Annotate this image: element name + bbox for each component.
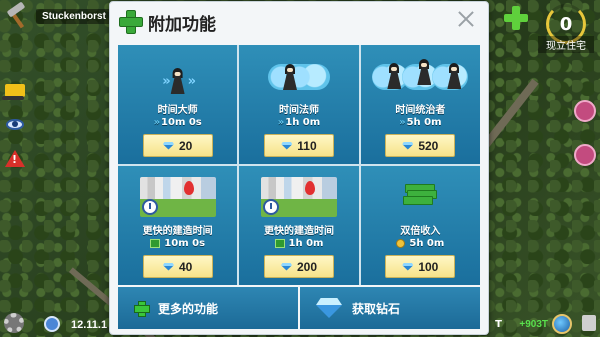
menu-icon[interactable] — [582, 315, 596, 331]
feature-name: 更快的建造时间 — [263, 226, 334, 237]
feature-duration: » 1h 0m — [277, 117, 321, 128]
feature-duration: » 10m 0s — [153, 117, 202, 128]
feature-duration: 10m 0s — [118, 238, 237, 249]
fast-forward-icon: » — [399, 117, 406, 128]
hammer-icon[interactable] — [4, 1, 30, 29]
game-date: 12.11.1 — [71, 319, 108, 331]
gear-icon[interactable] — [4, 313, 24, 333]
diamond-icon — [402, 141, 414, 150]
time-ruler-icon — [372, 57, 469, 97]
right-side-icons — [574, 100, 596, 166]
dialog-footer: 更多的功能 获取钻石 — [118, 287, 480, 329]
more-features-button[interactable]: 更多的功能 — [118, 287, 298, 329]
plus-icon — [119, 10, 143, 34]
feature-tile[interactable]: 更快的建造时间 1h 0m 200 — [239, 166, 359, 285]
left-toolbar: ! — [2, 80, 26, 168]
feature-tile[interactable]: 时间法师 » 1h 0m 110 — [239, 45, 359, 164]
money-label: T — [495, 319, 502, 330]
close-icon[interactable] — [458, 11, 474, 27]
diamond-icon — [402, 262, 414, 271]
warning-icon[interactable]: ! — [4, 148, 26, 168]
feature-tile[interactable]: 时间统治者 » 5h 0m 520 — [360, 45, 480, 164]
buy-button[interactable]: 40 — [142, 255, 213, 278]
time-master-icon: » » — [162, 61, 196, 101]
fast-forward-icon: » — [277, 117, 285, 128]
buy-button[interactable]: 110 — [263, 134, 334, 157]
feature-duration: » 5h 0m — [399, 117, 442, 128]
coin-icon — [396, 239, 406, 248]
city-name[interactable]: Stuckenborst — [36, 8, 112, 24]
feature-grid: » » 时间大师 » 10m 0s 20 时间法师 » 1h 0m 110 时间… — [118, 45, 480, 285]
diamond-icon — [162, 262, 174, 271]
buy-button[interactable]: 200 — [263, 255, 334, 278]
diamond-icon — [281, 141, 293, 150]
more-features-label: 更多的功能 — [158, 301, 219, 316]
extra-features-dialog: 附加功能 » » 时间大师 » 10m 0s 20 时间法师 » 1h 0m 1… — [109, 1, 489, 335]
housing-indicator[interactable]: 0 现立住宅 — [538, 4, 594, 53]
feature-name: 双倍收入 — [400, 226, 441, 237]
faster-build-icon — [260, 177, 337, 217]
diamond-icon — [162, 141, 174, 150]
feature-tile[interactable]: 更快的建造时间 10m 0s 40 — [118, 166, 238, 285]
feature-name: 时间法师 — [278, 105, 319, 116]
right-hud: 0 现立住宅 — [504, 4, 594, 53]
cash-icon — [150, 239, 161, 248]
diamond-icon — [316, 298, 342, 318]
top-left-hud: Stuckenborst — [4, 1, 112, 29]
feature-name: 时间大师 — [157, 105, 198, 116]
fast-forward-icon: » — [153, 117, 161, 128]
get-diamonds-button[interactable]: 获取钻石 — [300, 287, 480, 329]
plus-icon[interactable] — [504, 6, 528, 30]
buy-button[interactable]: 20 — [142, 134, 213, 157]
get-diamonds-label: 获取钻石 — [352, 301, 401, 316]
money-stack-icon — [403, 184, 438, 224]
notification-icon[interactable] — [574, 144, 596, 166]
buy-button[interactable]: 520 — [385, 134, 456, 157]
diamond-icon — [280, 262, 292, 271]
feature-duration: 5h 0m — [361, 238, 480, 249]
feature-duration: 1h 0m — [239, 238, 358, 249]
dialog-title: 附加功能 — [148, 15, 216, 35]
faster-build-icon — [139, 177, 216, 217]
housing-label: 现立住宅 — [538, 36, 594, 53]
bulldozer-icon[interactable] — [2, 80, 26, 100]
feature-tile[interactable]: 双倍收入 5h 0m 100 — [360, 166, 480, 285]
feature-tile[interactable]: » » 时间大师 » 10m 0s 20 — [118, 45, 238, 164]
globe-icon[interactable] — [552, 314, 572, 334]
money-delta[interactable]: +903T — [519, 319, 548, 330]
time-mage-icon — [267, 57, 330, 97]
feature-name: 时间统治者 — [395, 105, 446, 116]
feature-name: 更快的建造时间 — [142, 226, 213, 237]
buy-button[interactable]: 100 — [385, 255, 456, 278]
clock-icon[interactable] — [44, 316, 60, 332]
cash-icon — [274, 239, 285, 248]
plus-icon — [134, 301, 150, 317]
dialog-header: 附加功能 — [110, 2, 488, 40]
notification-icon[interactable] — [574, 100, 596, 122]
eye-icon[interactable] — [4, 114, 26, 134]
